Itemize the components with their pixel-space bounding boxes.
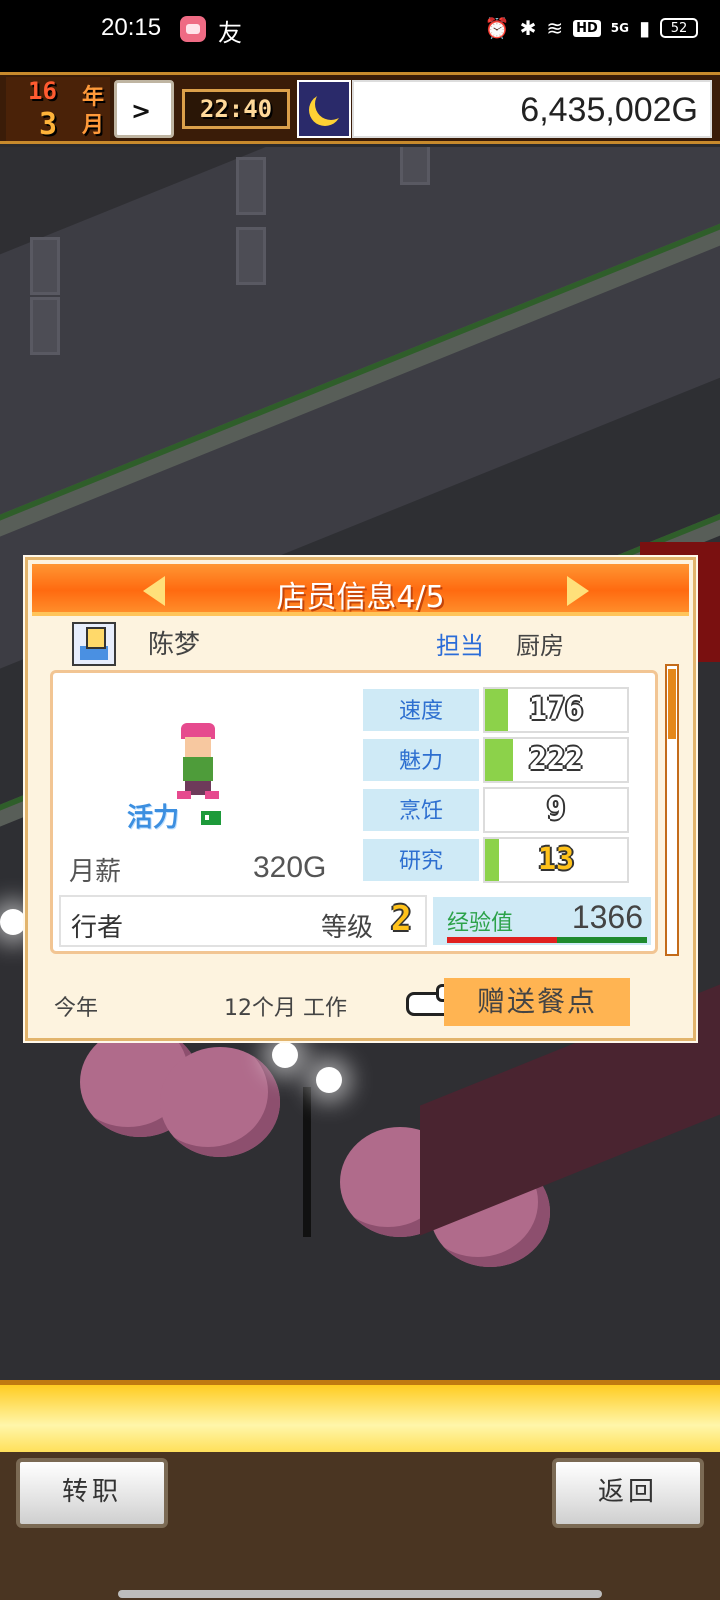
cherry-tree <box>160 1047 280 1157</box>
stats-table: 速度 176 魅力 222 烹饪 9 研究 13 <box>361 685 631 885</box>
month-unit: 月 <box>82 113 105 138</box>
stat-label: 速度 <box>361 687 481 733</box>
clock-time: 22:40 <box>182 89 290 129</box>
work-duration: 12个月 工作 <box>224 996 347 1021</box>
building-window <box>30 297 60 355</box>
status-icons: ⏰ ✱ ≋ HD 5G ▮ 52 <box>485 14 698 42</box>
money-value: 6,435,002G <box>520 91 698 129</box>
message-strip <box>0 1380 720 1452</box>
role-icon <box>72 622 116 666</box>
exp-progress-bar <box>447 937 647 943</box>
clock-icon[interactable]: > <box>114 80 174 138</box>
exp-progress-fill <box>447 937 557 943</box>
building-window <box>400 147 430 185</box>
assignment-value: 厨房 <box>516 632 564 660</box>
status-bar: 20:15 友 ⏰ ✱ ≋ HD 5G ▮ 52 <box>0 0 720 72</box>
salary-label: 月薪 <box>69 857 122 887</box>
scrollbar[interactable] <box>665 664 679 956</box>
dialog-title: 店员信息4/5 <box>276 580 445 615</box>
money-panel: 6,435,002G <box>352 80 712 138</box>
stat-value: 176 <box>528 692 584 727</box>
stat-label: 研究 <box>361 837 481 883</box>
building-window <box>236 157 266 215</box>
work-period-label: 今年 <box>54 996 99 1021</box>
network-badge: 5G <box>610 21 629 35</box>
stat-value-box: 9 <box>483 787 629 833</box>
street-lamp <box>316 1067 342 1093</box>
stat-row-speed: 速度 176 <box>361 685 631 735</box>
date-panel: 16 年 3 月 <box>6 77 110 142</box>
signal-icon: ▮ <box>638 16 650 40</box>
moon-icon <box>297 80 351 138</box>
wifi-icon: ≋ <box>546 16 564 40</box>
status-time: 20:15 <box>101 14 162 41</box>
assignment-label: 担当 <box>436 632 484 660</box>
employee-detail-panel: 活力 月薪 320G 速度 176 魅力 222 烹饪 9 研究 13 行者 等… <box>50 670 658 954</box>
street-lamp <box>0 909 26 935</box>
stat-value-box: 13 <box>483 837 629 883</box>
exp-label: 经验值 <box>447 911 514 936</box>
stat-value-box: 176 <box>483 687 629 733</box>
stat-value-box: 222 <box>483 737 629 783</box>
vitality-label: 活力 <box>127 803 180 833</box>
lamp-post <box>303 1087 311 1237</box>
building-window <box>30 237 60 295</box>
job-name: 行者 <box>71 913 124 943</box>
stat-label: 烹饪 <box>361 787 481 833</box>
building-window <box>236 227 266 285</box>
gift-meal-button[interactable]: 赠送餐点 <box>444 978 630 1026</box>
stat-value: 13 <box>537 842 575 877</box>
job-row: 行者 等级 2 <box>59 895 427 947</box>
stat-label: 魅力 <box>361 737 481 783</box>
scrollbar-thumb[interactable] <box>668 669 676 739</box>
year-number: 16 <box>28 77 57 105</box>
salary-value: 320G <box>253 851 327 884</box>
stat-value: 222 <box>528 742 584 777</box>
change-job-button[interactable]: 转职 <box>16 1458 168 1528</box>
battery-indicator: 52 <box>660 18 698 38</box>
home-indicator[interactable] <box>118 1590 602 1598</box>
stat-row-charm: 魅力 222 <box>361 735 631 785</box>
alarm-icon: ⏰ <box>484 16 510 40</box>
next-employee-arrow-icon[interactable] <box>567 576 589 606</box>
vitality-badge-icon <box>201 811 225 825</box>
top-hud: 16 年 3 月 > 22:40 6,435,002G <box>0 72 720 144</box>
exp-box: 经验值 1366 <box>431 895 653 947</box>
exp-value: 1366 <box>571 899 643 935</box>
dialog-header: 店员信息4/5 <box>32 564 689 616</box>
stat-row-research: 研究 13 <box>361 835 631 885</box>
hd-badge: HD <box>573 19 601 37</box>
month-number: 3 <box>39 107 58 142</box>
status-app-char: 友 <box>218 19 242 47</box>
street-lamp <box>272 1042 298 1068</box>
stat-row-cooking: 烹饪 9 <box>361 785 631 835</box>
clock-hand-icon: > <box>131 97 152 125</box>
level-label: 等级 <box>321 913 374 943</box>
employee-name: 陈梦 <box>148 630 201 660</box>
stat-value: 9 <box>546 792 566 827</box>
app-notification-icon <box>180 16 206 42</box>
back-button[interactable]: 返回 <box>552 1458 704 1528</box>
employee-sprite <box>173 723 221 799</box>
level-value: 2 <box>391 899 412 939</box>
bluetooth-icon: ✱ <box>519 16 537 40</box>
employee-info-dialog: 店员信息4/5 陈梦 担当 厨房 活力 月薪 320G 速度 176 魅力 22… <box>25 557 696 1041</box>
